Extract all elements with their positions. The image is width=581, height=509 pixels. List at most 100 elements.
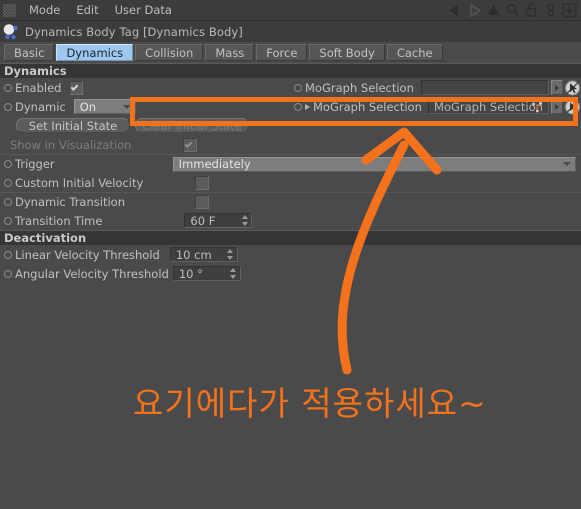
- page-title: Dynamics Body Tag [Dynamics Body]: [25, 24, 243, 39]
- stepper-angular-velocity-threshold[interactable]: [230, 268, 237, 279]
- row-show-in-visualization: Show in Visualization: [0, 135, 581, 154]
- properties-panel: Dynamics Enabled MoGraph Selection Dynam…: [0, 63, 581, 509]
- lock-open-icon[interactable]: [523, 2, 540, 19]
- group-header-dynamics: Dynamics: [0, 63, 581, 78]
- label-linear-velocity-threshold: Linear Velocity Threshold: [15, 247, 160, 262]
- row-enabled: Enabled MoGraph Selection: [0, 78, 581, 97]
- checkbox-show-in-visualization[interactable]: [183, 137, 198, 152]
- object-title-bar: Dynamics Body Tag [Dynamics Body]: [0, 21, 581, 42]
- input-linear-velocity-threshold-value: 10 cm: [175, 247, 212, 262]
- field-mograph-selection-top[interactable]: [421, 80, 549, 95]
- animate-dot-trigger[interactable]: [4, 160, 12, 168]
- input-angular-velocity-threshold-value: 10 °: [178, 266, 203, 281]
- link-chain-icon[interactable]: [542, 2, 559, 19]
- forward-arrow-icon[interactable]: [466, 2, 483, 19]
- label-trigger: Trigger: [15, 157, 55, 171]
- cinema4d-attribute-manager: Mode Edit User Data Dynamics Body Tag [D…: [0, 0, 581, 509]
- label-custom-initial-velocity: Custom Initial Velocity: [15, 175, 144, 190]
- checkbox-dynamic-transition[interactable]: [195, 195, 209, 209]
- animate-dot-linear-velocity-threshold[interactable]: [4, 250, 12, 259]
- field-mograph-selection-linked-value: MoGraph Selection: [434, 99, 543, 114]
- label-mograph-selection-top: MoGraph Selection: [305, 80, 414, 95]
- row-transition-time: Transition Time 60 F: [0, 211, 581, 230]
- tab-basic[interactable]: Basic: [4, 44, 55, 61]
- clear-initial-state-button[interactable]: Clear Initial State: [135, 118, 249, 133]
- tab-cache[interactable]: Cache: [386, 44, 443, 61]
- dot-leader-dt: [129, 196, 191, 208]
- input-transition-time-value: 60 F: [190, 213, 216, 228]
- dot-leader-civ: [147, 177, 192, 188]
- animate-dot-angular-velocity-threshold[interactable]: [4, 269, 12, 278]
- dropdown-dynamic[interactable]: On: [73, 99, 136, 114]
- show-in-visualization-control: Show in Visualization: [0, 135, 290, 154]
- row-initial-state-buttons: Set Initial State Clear Initial State: [0, 116, 581, 135]
- checkbox-custom-initial-velocity[interactable]: [195, 175, 210, 190]
- tab-force[interactable]: Force: [256, 44, 308, 61]
- chevron-down-icon-trigger: [563, 162, 571, 166]
- search-icon[interactable]: [504, 2, 521, 19]
- menu-bar-icons: [447, 2, 581, 19]
- tab-mass[interactable]: Mass: [205, 44, 255, 61]
- label-show-in-visualization: Show in Visualization: [10, 137, 132, 152]
- up-arrow-icon[interactable]: [485, 2, 502, 19]
- dropdown-arrow-mograph-selection-linked[interactable]: [551, 99, 563, 114]
- row-trigger: Trigger Immediately: [0, 154, 581, 173]
- dot-leader: [135, 139, 180, 150]
- input-transition-time[interactable]: 60 F: [184, 213, 253, 228]
- menu-user-data[interactable]: User Data: [107, 0, 180, 20]
- stepper-linear-velocity-threshold[interactable]: [227, 249, 234, 260]
- tab-soft-body[interactable]: Soft Body: [309, 44, 385, 61]
- row-custom-initial-velocity: Custom Initial Velocity: [0, 173, 581, 192]
- label-mograph-selection-linked: MoGraph Selection: [313, 99, 422, 114]
- pick-cursor-icon-linked[interactable]: [564, 99, 581, 115]
- menu-mode[interactable]: Mode: [21, 0, 68, 20]
- mograph-selection-tag-icon: [531, 101, 544, 116]
- row-angular-velocity-threshold: Angular Velocity Threshold 10 °: [0, 264, 581, 283]
- dynamic-control: Dynamic On: [0, 97, 290, 116]
- tab-collision[interactable]: Collision: [135, 44, 204, 61]
- label-dynamic: Dynamic: [15, 99, 66, 114]
- field-mograph-selection-linked[interactable]: MoGraph Selection: [428, 99, 549, 114]
- input-linear-velocity-threshold[interactable]: 10 cm: [169, 247, 238, 262]
- pick-cursor-icon-top[interactable]: [564, 80, 581, 96]
- dots-grip-icon[interactable]: [3, 3, 16, 17]
- animate-dot-enabled[interactable]: [4, 83, 12, 92]
- dot-leader-tt: [106, 215, 181, 226]
- checkbox-enabled[interactable]: [69, 80, 84, 95]
- animate-dot-dynamic-transition[interactable]: [4, 198, 12, 206]
- clear-initial-state-wrap: Clear Initial State: [135, 116, 581, 135]
- animate-dot-mograph-selection-top[interactable]: [294, 83, 302, 92]
- label-transition-time: Transition Time: [15, 213, 103, 228]
- tab-bar: Basic Dynamics Collision Mass Force Soft…: [0, 42, 581, 63]
- dropdown-arrow-mograph-selection-top[interactable]: [551, 80, 563, 95]
- mograph-selection-top-control: MoGraph Selection: [290, 78, 581, 97]
- set-initial-state-button[interactable]: Set Initial State: [16, 118, 130, 133]
- chevron-down-icon-dynamic: [122, 104, 131, 109]
- row-dynamic-transition: Dynamic Transition: [0, 192, 581, 211]
- animate-dot-custom-initial-velocity[interactable]: [4, 178, 12, 187]
- back-arrow-icon[interactable]: [447, 2, 464, 19]
- row-linear-velocity-threshold: Linear Velocity Threshold 10 cm: [0, 245, 581, 264]
- dropdown-trigger-value: Immediately: [178, 157, 251, 171]
- tab-dynamics[interactable]: Dynamics: [56, 44, 134, 61]
- dropdown-trigger[interactable]: Immediately: [172, 156, 576, 172]
- row-dynamic: Dynamic On MoGraph Selection MoGraph Sel…: [0, 97, 581, 116]
- animate-dot-dynamic[interactable]: [4, 102, 12, 111]
- menu-bar: Mode Edit User Data: [0, 0, 581, 21]
- menu-edit[interactable]: Edit: [68, 0, 106, 20]
- expand-triangle-icon[interactable]: [305, 103, 310, 110]
- dot-leader-trigger: [58, 158, 169, 170]
- dynamics-body-tag-icon: [2, 23, 22, 40]
- label-angular-velocity-threshold: Angular Velocity Threshold: [15, 266, 169, 281]
- animate-dot-transition-time[interactable]: [4, 216, 12, 225]
- label-enabled: Enabled: [15, 80, 62, 95]
- label-dynamic-transition: Dynamic Transition: [15, 195, 125, 209]
- dropdown-dynamic-value: On: [79, 99, 97, 114]
- input-angular-velocity-threshold[interactable]: 10 °: [172, 266, 241, 281]
- stepper-transition-time[interactable]: [241, 215, 248, 226]
- mograph-selection-linked-control: MoGraph Selection MoGraph Selection: [290, 97, 581, 116]
- add-plus-icon[interactable]: [561, 2, 578, 19]
- animate-dot-mograph-selection-linked[interactable]: [294, 102, 302, 111]
- enabled-control: Enabled: [0, 78, 290, 97]
- group-header-deactivation: Deactivation: [0, 230, 581, 245]
